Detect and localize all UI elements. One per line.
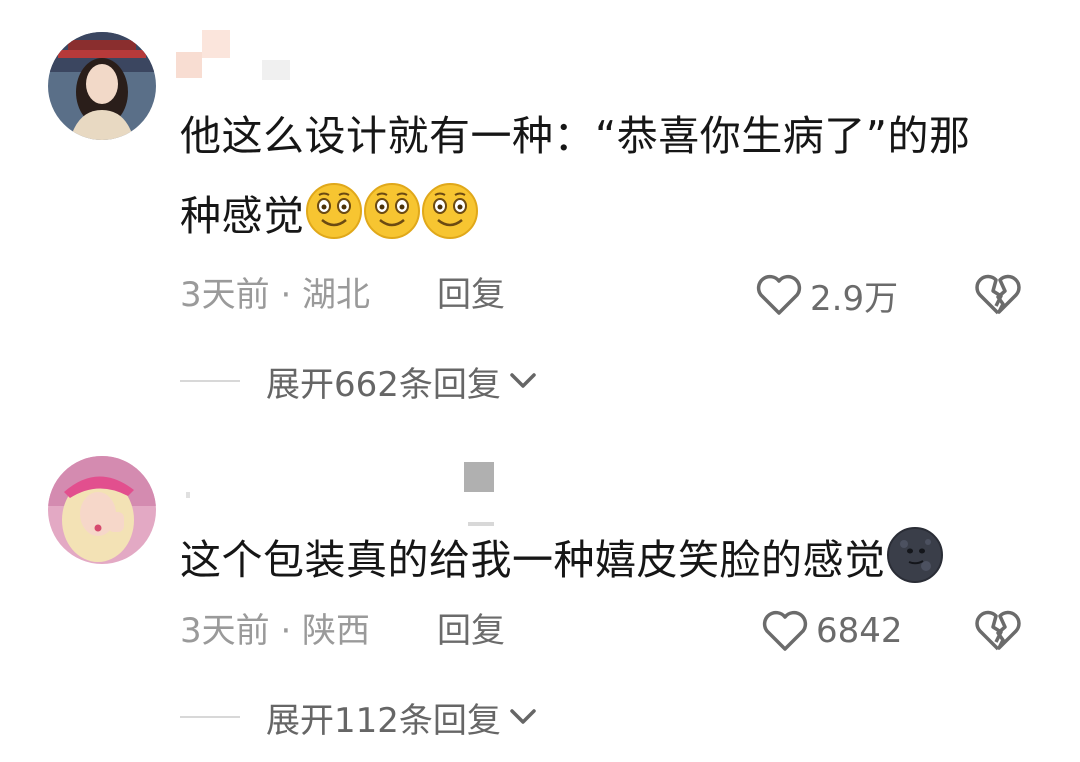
reply-button[interactable]: 回复 [437,270,505,320]
like-button[interactable]: 2.9万 [756,270,898,320]
divider-line [180,380,240,382]
like-count: 6842 [816,611,903,651]
like-count: 2.9万 [810,278,899,319]
comment-text-line: 他这么设计就有一种：“恭喜你生病了”的那 [180,112,971,160]
broken-heart-icon[interactable] [974,271,1022,319]
comment-text-line: 这个包装真的给我一种嬉皮笑脸的感觉 [180,536,886,584]
username-redacted[interactable] [176,30,336,80]
comment-meta: 3天前 · 湖北 回复 [180,270,740,320]
expand-replies-button[interactable]: 展开662条回复 [180,356,537,406]
smiling-face-emoji-icon [421,183,478,239]
comment-text: 他这么设计就有一种：“恭喜你生病了”的那 种感觉 [180,96,1040,256]
avatar[interactable] [48,32,156,140]
expand-replies-label: 展开662条回复 [266,364,501,405]
expand-replies-button[interactable]: 展开112条回复 [180,692,537,742]
smiling-face-emoji-icon [363,183,420,239]
divider-line [180,716,240,718]
expand-replies-label: 展开112条回复 [266,700,501,741]
heart-icon [762,610,808,651]
reply-button[interactable]: 回复 [437,606,505,656]
time-location: 3天前 · 湖北 [180,275,371,315]
broken-heart-icon[interactable] [974,607,1022,655]
smiling-face-emoji-icon [305,183,362,239]
comment-meta: 3天前 · 陕西 回复 [180,606,740,656]
heart-icon [756,274,802,315]
chevron-down-icon [510,373,536,388]
new-moon-face-emoji-icon [886,527,943,583]
like-button[interactable]: 6842 [762,606,903,656]
time-location: 3天前 · 陕西 [180,611,371,651]
avatar[interactable] [48,456,156,564]
comment-text: 这个包装真的给我一种嬉皮笑脸的感觉 [180,520,1040,600]
comment-text-line: 种感觉 [180,192,305,240]
chevron-down-icon [510,709,536,724]
